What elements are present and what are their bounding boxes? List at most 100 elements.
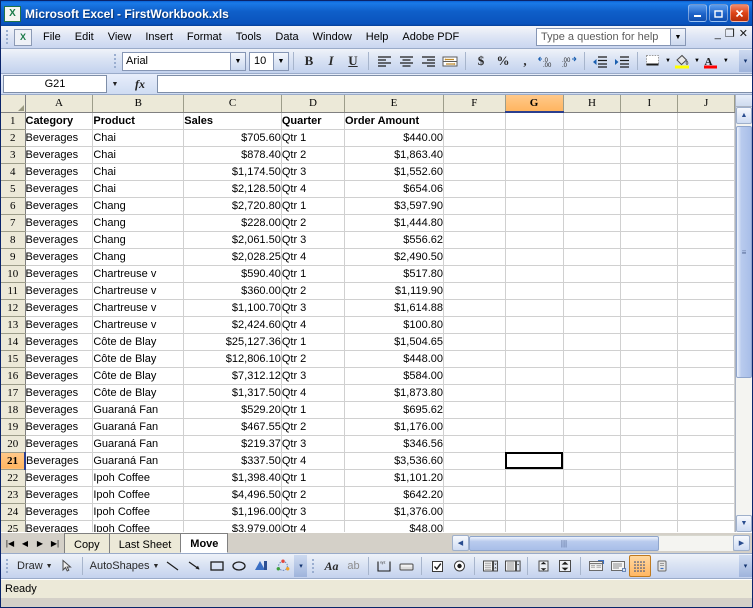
empty-cell[interactable]	[563, 401, 622, 419]
empty-cell[interactable]	[505, 435, 564, 453]
header-cell[interactable]: Category	[25, 112, 94, 130]
data-cell[interactable]: $3,979.00	[183, 520, 282, 532]
data-cell[interactable]: $878.40	[183, 146, 282, 164]
empty-cell[interactable]	[620, 146, 679, 164]
select-arrow-icon[interactable]	[56, 555, 78, 577]
empty-cell[interactable]	[563, 129, 622, 147]
active-cell[interactable]	[505, 452, 564, 470]
chevron-down-icon[interactable]: ▼	[43, 563, 53, 570]
data-cell[interactable]: Qtr 4	[281, 452, 345, 470]
data-cell[interactable]: Chai	[92, 180, 185, 198]
data-cell[interactable]: $1,317.50	[183, 384, 282, 402]
data-cell[interactable]: Côte de Blay	[92, 333, 185, 351]
row-header-2[interactable]: 2	[1, 129, 26, 147]
data-cell[interactable]: Guaraná Fan	[92, 418, 185, 436]
data-cell[interactable]: $1,100.70	[183, 299, 282, 317]
empty-cell[interactable]	[620, 350, 679, 368]
data-cell[interactable]: Chartreuse v	[92, 299, 185, 317]
data-cell[interactable]: $4,496.50	[183, 486, 282, 504]
restore-button[interactable]	[709, 4, 728, 22]
data-cell[interactable]: Côte de Blay	[92, 384, 185, 402]
empty-cell[interactable]	[677, 248, 735, 266]
data-cell[interactable]: Guaraná Fan	[92, 401, 185, 419]
menu-format[interactable]: Format	[180, 28, 229, 46]
data-cell[interactable]: Ipoh Coffee	[92, 503, 185, 521]
column-header-b[interactable]: B	[92, 95, 185, 113]
empty-cell[interactable]	[620, 129, 679, 147]
empty-cell[interactable]	[443, 265, 506, 283]
empty-cell[interactable]	[677, 333, 735, 351]
menu-view[interactable]: View	[101, 28, 139, 46]
empty-cell[interactable]	[505, 180, 564, 198]
empty-cell[interactable]	[620, 299, 679, 317]
empty-cell[interactable]	[677, 146, 735, 164]
empty-cell[interactable]	[677, 231, 735, 249]
data-cell[interactable]: Beverages	[25, 299, 94, 317]
data-cell[interactable]: Beverages	[25, 452, 94, 470]
select-all-button[interactable]	[1, 95, 26, 113]
data-cell[interactable]: Beverages	[25, 350, 94, 368]
data-cell[interactable]: Chai	[92, 129, 185, 147]
data-cell[interactable]: $48.00	[344, 520, 445, 532]
empty-cell[interactable]	[677, 282, 735, 300]
arrow-icon[interactable]	[184, 555, 206, 577]
empty-cell[interactable]	[505, 316, 564, 334]
data-cell[interactable]: $1,444.80	[344, 214, 445, 232]
scroll-bar-control-icon[interactable]	[532, 555, 554, 577]
properties-icon[interactable]	[585, 555, 607, 577]
scroll-right-button[interactable]: ▶	[733, 535, 750, 551]
empty-cell[interactable]	[677, 452, 735, 470]
row-header-7[interactable]: 7	[1, 214, 26, 232]
menu-edit[interactable]: Edit	[68, 28, 101, 46]
empty-cell[interactable]	[620, 435, 679, 453]
percent-icon[interactable]: %	[492, 51, 514, 72]
data-cell[interactable]: Beverages	[25, 180, 94, 198]
split-box[interactable]	[736, 95, 752, 107]
data-cell[interactable]: Chartreuse v	[92, 316, 185, 334]
data-cell[interactable]: Qtr 1	[281, 197, 345, 215]
menu-help[interactable]: Help	[359, 28, 396, 46]
data-cell[interactable]: Beverages	[25, 163, 94, 181]
data-cell[interactable]: Qtr 2	[281, 486, 345, 504]
column-header-i[interactable]: I	[620, 95, 679, 113]
empty-cell[interactable]	[563, 503, 622, 521]
chevron-down-icon[interactable]: ▼	[664, 58, 671, 64]
list-box-icon[interactable]	[479, 555, 501, 577]
rectangle-icon[interactable]	[206, 555, 228, 577]
empty-cell[interactable]	[563, 214, 622, 232]
data-cell[interactable]: Côte de Blay	[92, 350, 185, 368]
empty-cell[interactable]	[620, 282, 679, 300]
column-header-c[interactable]: C	[183, 95, 282, 113]
doc-minimize-button[interactable]: _	[715, 29, 721, 40]
font-name-select[interactable]: Arial ▼	[122, 51, 246, 71]
empty-cell[interactable]	[563, 452, 622, 470]
data-cell[interactable]: Qtr 2	[281, 282, 345, 300]
empty-cell[interactable]	[563, 435, 622, 453]
row-header-3[interactable]: 3	[1, 146, 26, 164]
scroll-left-button[interactable]: ◀	[452, 535, 469, 551]
line-icon[interactable]	[162, 555, 184, 577]
column-header-h[interactable]: H	[563, 95, 622, 113]
row-header-6[interactable]: 6	[1, 197, 26, 215]
chevron-down-icon[interactable]: ▼	[230, 52, 245, 70]
empty-cell[interactable]	[677, 197, 735, 215]
comma-style-icon[interactable]: ,	[514, 51, 536, 72]
autoshapes-menu-button[interactable]: AutoShapes ▼	[87, 555, 163, 577]
diagram-icon[interactable]	[272, 555, 294, 577]
row-header-19[interactable]: 19	[1, 418, 26, 436]
data-cell[interactable]: Chang	[92, 214, 185, 232]
empty-cell[interactable]	[443, 299, 506, 317]
data-cell[interactable]: $3,597.90	[344, 197, 445, 215]
empty-cell[interactable]	[620, 265, 679, 283]
empty-cell[interactable]	[677, 214, 735, 232]
chevron-down-icon[interactable]: ▼	[150, 563, 160, 570]
menu-insert[interactable]: Insert	[138, 28, 180, 46]
row-header-5[interactable]: 5	[1, 180, 26, 198]
font-color-icon[interactable]: A	[700, 51, 722, 72]
data-cell[interactable]: Beverages	[25, 435, 94, 453]
column-header-f[interactable]: F	[443, 95, 506, 113]
data-cell[interactable]: Chang	[92, 197, 185, 215]
empty-cell[interactable]	[563, 299, 622, 317]
data-cell[interactable]: $360.00	[183, 282, 282, 300]
scroll-up-button[interactable]: ▲	[736, 107, 752, 124]
